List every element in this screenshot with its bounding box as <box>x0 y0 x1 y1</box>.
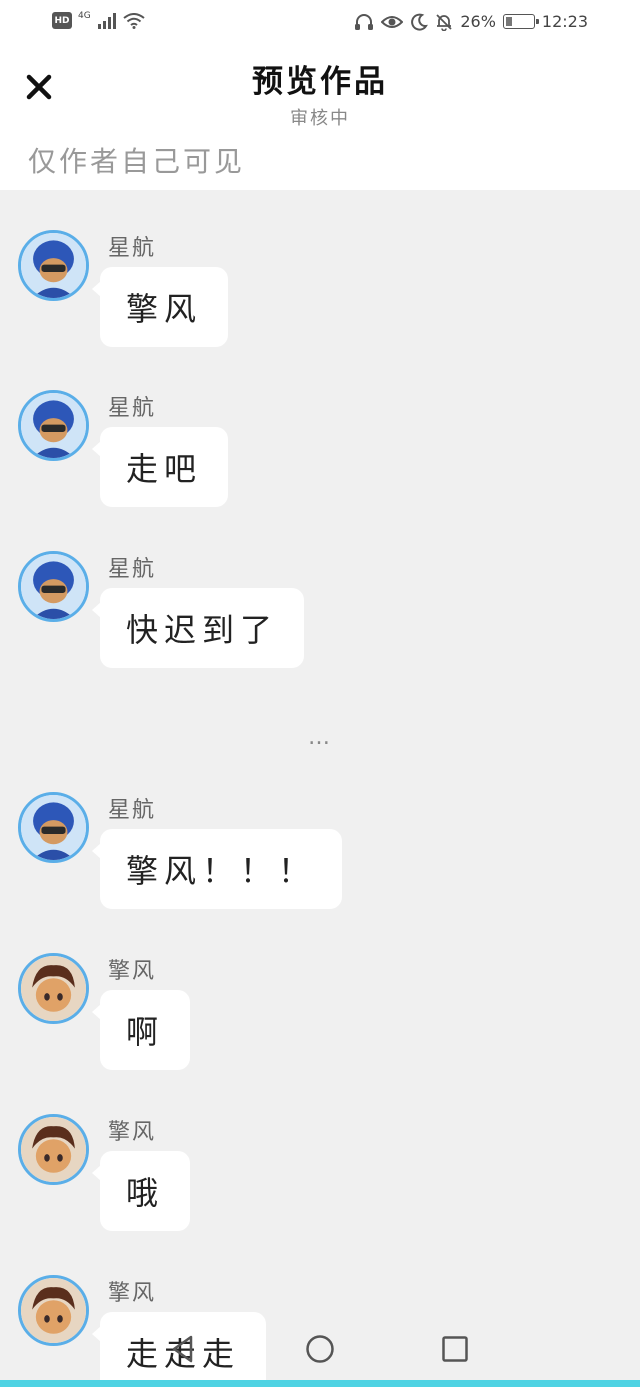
avatar[interactable] <box>18 551 89 622</box>
status-bar: HD 4G 26% 12:23 <box>0 0 640 46</box>
chat-message: 星航 擎风 <box>0 230 640 370</box>
blue-helmet-character-avatar <box>21 795 86 860</box>
system-nav-bar <box>0 1318 640 1380</box>
network-type: 4G <box>78 10 91 21</box>
sender-name: 擎风 <box>108 1281 157 1306</box>
chat-message: 星航 擎风！！！ <box>0 792 640 932</box>
avatar[interactable] <box>18 390 89 461</box>
sender-name: 擎风 <box>108 1120 157 1145</box>
message-bubble[interactable]: 擎风！！！ <box>91 829 343 909</box>
status-right: 26% 12:23 <box>354 12 588 31</box>
status-left: HD 4G <box>52 10 145 29</box>
message-bubble[interactable]: 快迟到了 <box>91 588 305 668</box>
message-bubble[interactable]: 擎风 <box>91 267 229 347</box>
message-bubble[interactable]: 啊 <box>91 990 191 1070</box>
back-button[interactable] <box>167 1332 201 1366</box>
sender-name: 擎风 <box>108 959 157 984</box>
review-status: 审核中 <box>290 108 350 129</box>
avatar[interactable] <box>18 953 89 1024</box>
battery-icon <box>502 14 539 29</box>
chat-message: 擎风 哦 <box>0 1114 640 1254</box>
avatar[interactable] <box>18 230 89 301</box>
chat-message: 擎风 啊 <box>0 953 640 1093</box>
hd-badge: HD <box>52 12 72 29</box>
recent-apps-button[interactable] <box>438 1332 472 1366</box>
chat-list[interactable]: 星航 擎风 星航 走吧 星航 快迟到了 … 星航 擎风！！！ 擎风 啊 擎风 哦… <box>0 190 640 1380</box>
wifi-icon <box>123 12 145 29</box>
chat-message: 星航 走吧 <box>0 390 640 530</box>
triangle-back-icon <box>172 1335 193 1363</box>
page-title: 预览作品 <box>252 64 388 100</box>
headphones-icon <box>355 13 374 30</box>
chat-message: 星航 快迟到了 <box>0 551 640 691</box>
eye-icon <box>381 15 404 28</box>
clock: 12:23 <box>541 12 588 31</box>
bottom-accent-strip <box>0 1380 640 1387</box>
message-bubble[interactable]: 哦 <box>91 1151 191 1231</box>
sender-name: 星航 <box>108 798 157 823</box>
bell-off-icon <box>436 13 452 31</box>
ellipsis-divider: … <box>308 725 332 750</box>
brown-hair-character-avatar <box>21 956 86 1021</box>
blue-helmet-character-avatar <box>21 554 86 619</box>
blue-helmet-character-avatar <box>21 233 86 298</box>
avatar[interactable] <box>18 792 89 863</box>
moon-icon <box>411 13 429 31</box>
brown-hair-character-avatar <box>21 1117 86 1182</box>
sender-name: 星航 <box>108 557 157 582</box>
avatar[interactable] <box>18 1114 89 1185</box>
battery-level <box>505 17 513 26</box>
square-recent-icon <box>442 1336 468 1362</box>
sender-name: 星航 <box>108 396 157 421</box>
battery-percent: 26% <box>460 12 496 31</box>
blue-helmet-character-avatar <box>21 393 86 458</box>
message-bubble[interactable]: 走吧 <box>91 427 229 507</box>
circle-home-icon <box>306 1335 334 1363</box>
visibility-note: 仅作者自己可见 <box>28 145 246 178</box>
header: 预览作品 审核中 仅作者自己可见 <box>0 46 640 190</box>
sender-name: 星航 <box>108 236 157 261</box>
home-button[interactable] <box>303 1332 337 1366</box>
signal-icon <box>97 12 116 29</box>
